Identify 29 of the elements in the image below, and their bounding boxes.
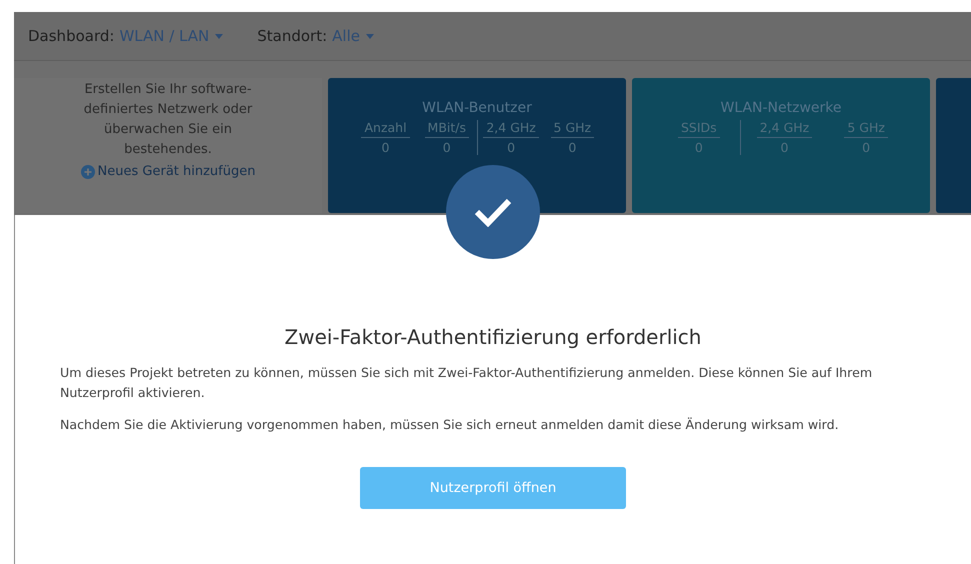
stat-value: 0: [442, 139, 451, 155]
intro-text: Erstellen Sie Ihr software-definiertes Netzwerk oder überwachen Sie ein bestehendes.: [82, 81, 254, 159]
filter-label: Standort:: [257, 27, 328, 45]
stat-label: MBit/s: [424, 120, 470, 138]
caret-icon: [215, 34, 224, 38]
filter-dropdown[interactable]: Alle: [332, 27, 374, 45]
stat-label: SSIDs: [678, 120, 720, 138]
stat-value: 0: [507, 139, 516, 155]
modal-paragraph: Um dieses Projekt betreten zu können, müssen Sie sich mit Zwei-Faktor-Authentifizierung anmelden. Diese können Sie auf Ihrem Nutzerprofil aktivieren.: [60, 364, 874, 402]
filter-dropdown[interactable]: WLAN / LAN: [119, 27, 224, 45]
stat-label: 5 GHz: [844, 120, 888, 138]
stat-label: 2,4 GHz: [756, 120, 812, 138]
stat-label: Anzahl: [361, 120, 410, 138]
modal-title: Zwei-Faktor-Authentifizierung erforderlich: [284, 325, 702, 349]
stat-value: 0: [780, 139, 788, 155]
open-profile-button[interactable]: Nutzerprofil öffnen: [360, 467, 626, 509]
caret-icon: [366, 34, 374, 38]
card-title: WLAN-Benutzer: [422, 100, 532, 116]
stat-value: 0: [694, 139, 703, 155]
stat-label: 5 GHz: [550, 120, 594, 138]
stat-value: 0: [382, 139, 390, 155]
stat-value: 0: [568, 139, 576, 155]
add-device-link[interactable]: Neues Gerät hinzufügen: [80, 164, 256, 179]
plus-icon: [80, 164, 95, 178]
stat-value: 0: [862, 139, 870, 155]
filter-label: Dashboard:: [28, 27, 114, 45]
stat-label: 2,4 GHz: [483, 120, 539, 138]
modal-paragraph: Nachdem Sie die Aktivierung vorgenommen haben, müssen Sie sich erneut anmelden damit diese Änderung wirksam wird.: [60, 416, 840, 434]
card-title: WLAN-Netzwerke: [720, 100, 842, 116]
